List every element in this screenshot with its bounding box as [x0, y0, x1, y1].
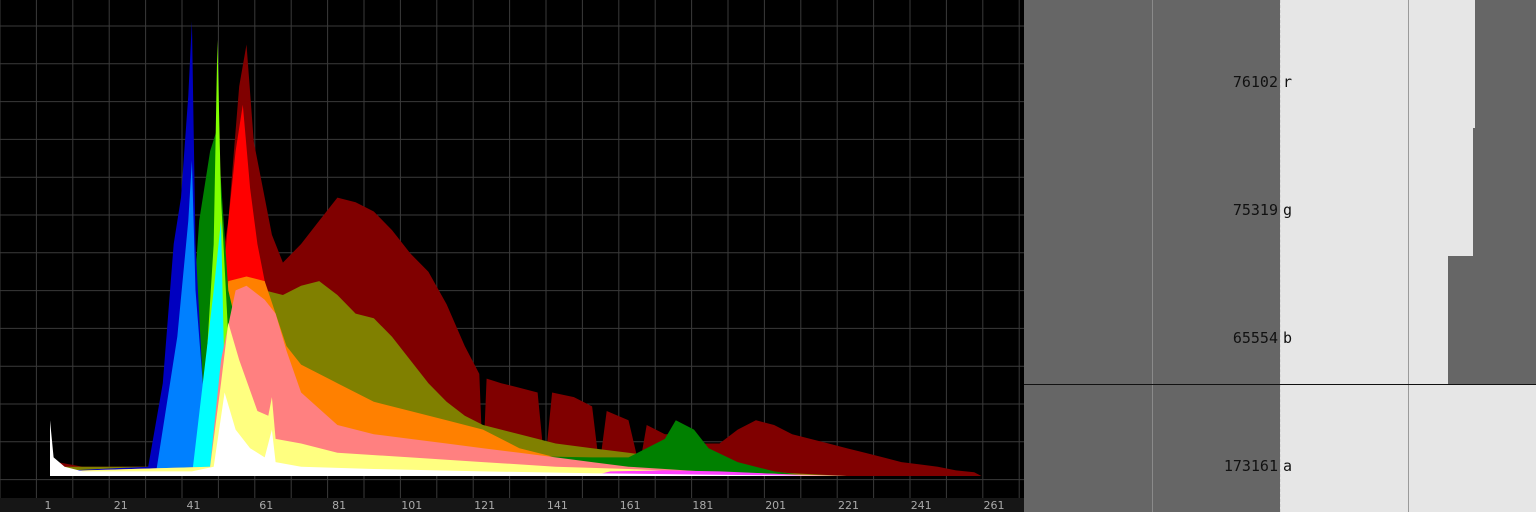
x-tick-label: 141	[547, 499, 568, 512]
x-tick-label: 161	[620, 499, 641, 512]
stat-label-r: r	[1283, 73, 1293, 91]
stat-label-b: b	[1283, 329, 1293, 347]
stat-bar-b	[1280, 256, 1448, 384]
x-axis-band	[0, 498, 1024, 512]
stat-label-g: g	[1283, 201, 1293, 219]
alpha-separator	[1024, 384, 1536, 385]
x-tick-label: 41	[187, 499, 201, 512]
x-tick-label: 261	[984, 499, 1005, 512]
stat-bar-g	[1280, 128, 1473, 256]
x-tick-label: 61	[259, 499, 273, 512]
stat-count-g: 75319	[1232, 201, 1278, 219]
x-tick-label: 121	[474, 499, 495, 512]
half-line	[1280, 0, 1281, 512]
channel-stats-panel: 76102 r 75319 g 65554 b 173161 a	[1024, 0, 1536, 512]
stat-count-r: 76102	[1232, 73, 1278, 91]
stat-bar-r	[1280, 0, 1475, 128]
stat-count-b: 65554	[1232, 329, 1278, 347]
histogram-panel: 1 21 41 61 81 101 121 141 161 181 201 221 241 261	[0, 0, 1024, 512]
stat-label-a: a	[1283, 457, 1293, 475]
x-tick-label: 101	[401, 499, 422, 512]
series-layer	[50, 21, 982, 477]
x-tick-label: 1	[45, 499, 52, 512]
histogram-chart: 1 21 41 61 81 101 121 141 161 181 201 221 241 261	[0, 0, 1024, 512]
three-quarter-line	[1408, 0, 1409, 512]
x-tick-label: 241	[911, 499, 932, 512]
x-tick-label: 221	[838, 499, 859, 512]
x-tick-label: 21	[114, 499, 128, 512]
x-tick-label: 81	[332, 499, 346, 512]
stat-count-a: 173161	[1223, 457, 1278, 475]
quarter-line	[1152, 0, 1153, 512]
x-tick-label: 181	[692, 499, 713, 512]
x-tick-label: 201	[765, 499, 786, 512]
